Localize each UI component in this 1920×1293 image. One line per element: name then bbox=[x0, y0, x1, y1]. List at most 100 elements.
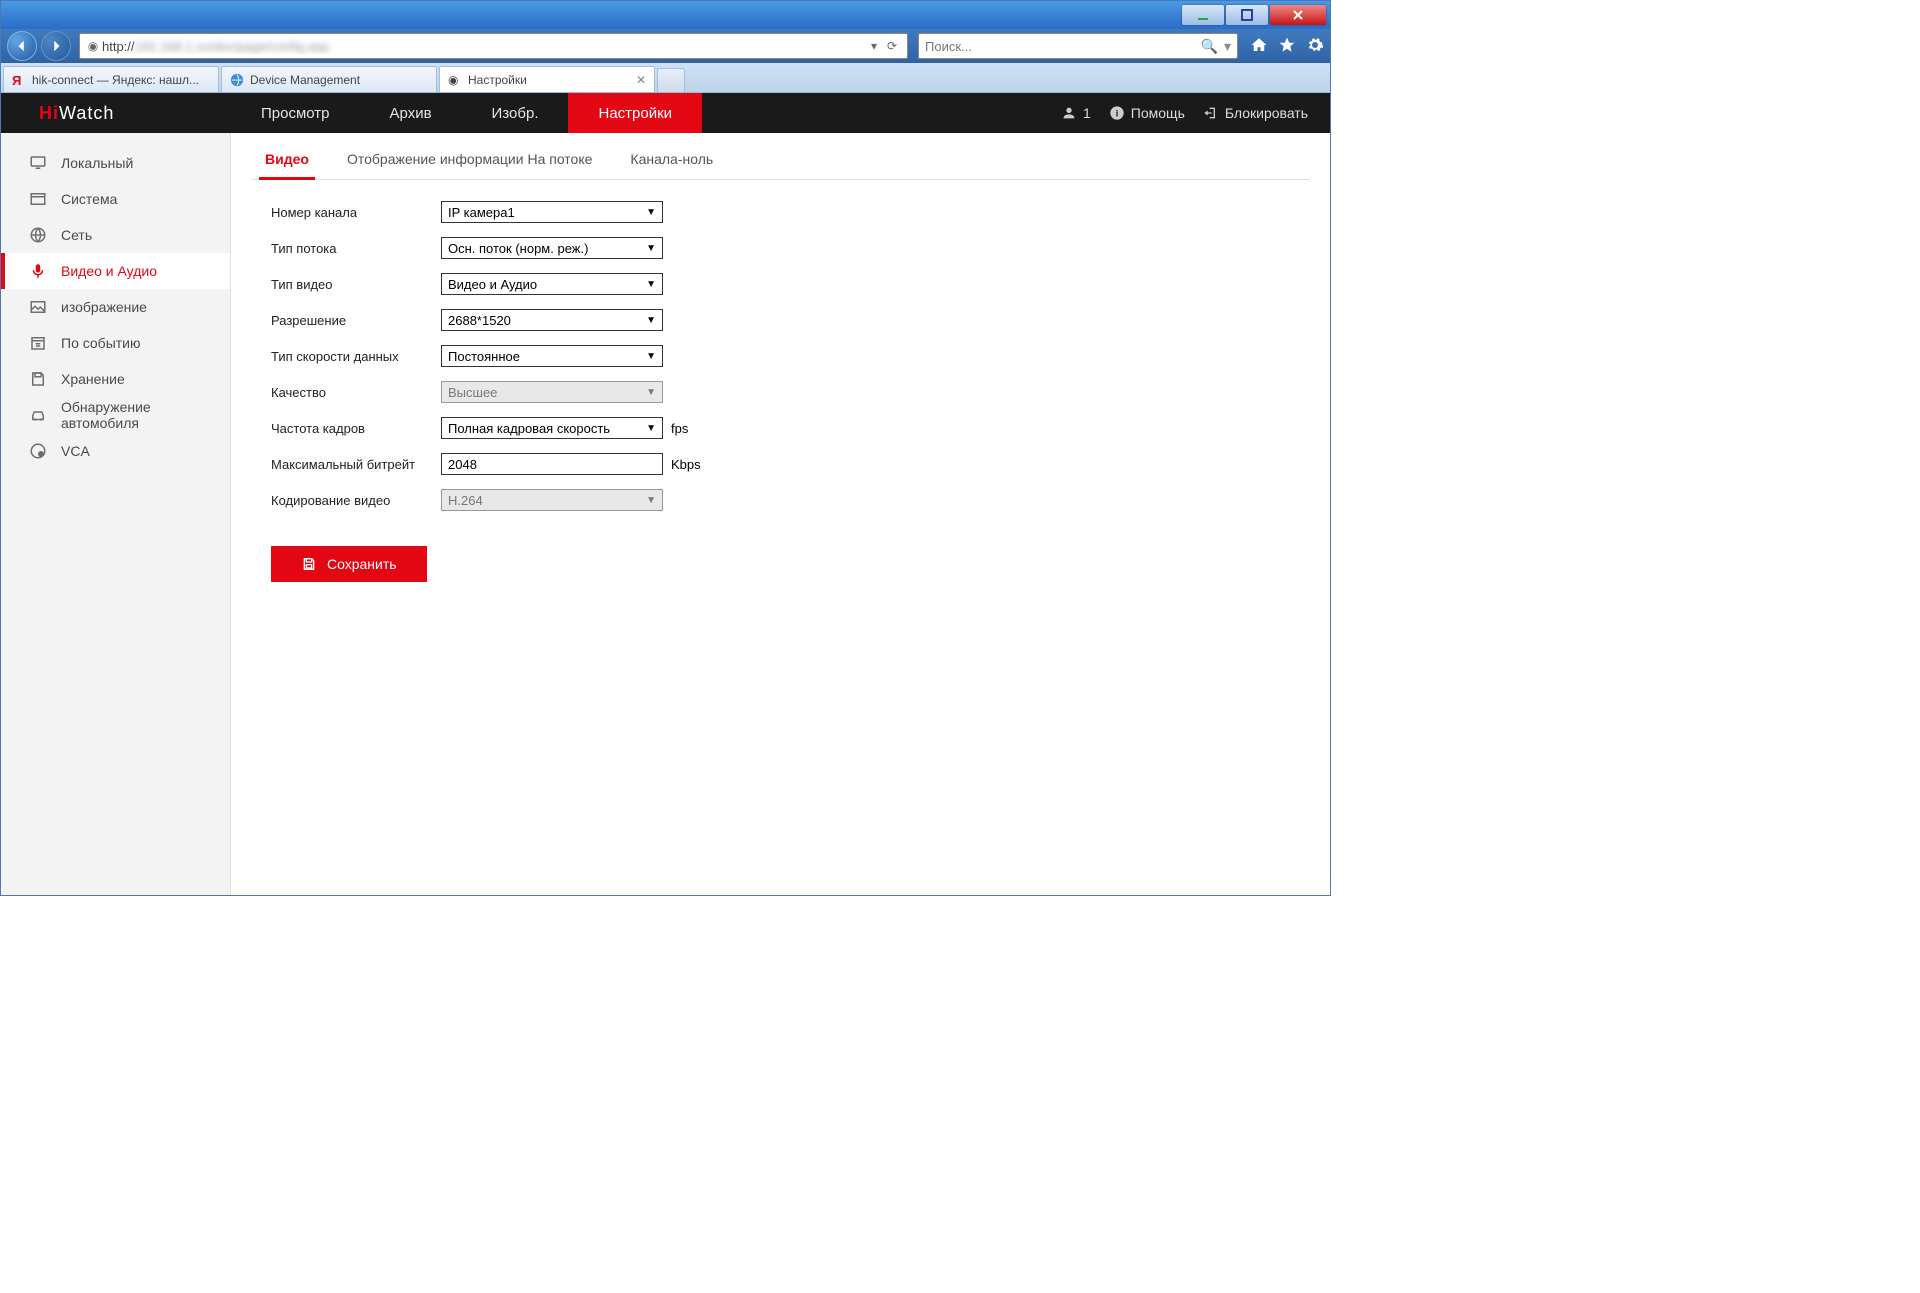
search-icon[interactable]: 🔍 bbox=[1201, 38, 1218, 55]
back-button[interactable] bbox=[7, 31, 37, 61]
sidebar-item-event[interactable]: По событию bbox=[1, 325, 230, 361]
nav-preview[interactable]: Просмотр bbox=[231, 93, 360, 133]
label-quality: Качество bbox=[271, 385, 441, 400]
subtab-zero-channel[interactable]: Канала-ноль bbox=[624, 141, 719, 179]
sidebar-item-label: VCA bbox=[61, 443, 90, 459]
chevron-down-icon: ▼ bbox=[646, 495, 656, 506]
nav-archive[interactable]: Архив bbox=[360, 93, 462, 133]
sidebar-item-system[interactable]: Система bbox=[1, 181, 230, 217]
monitor-icon bbox=[29, 154, 47, 172]
label-fps: Частота кадров bbox=[271, 421, 441, 436]
image-icon bbox=[29, 298, 47, 316]
browser-tab[interactable]: Device Management bbox=[221, 66, 437, 92]
url-text: http://192.168.1.xx/doc/page/config.asp bbox=[102, 39, 865, 54]
sidebar-item-vehicle[interactable]: Обнаружение автомобиля bbox=[1, 397, 230, 433]
lock-label: Блокировать bbox=[1225, 105, 1308, 121]
app-header: HiWatch Просмотр Архив Изобр. Настройки … bbox=[1, 93, 1330, 133]
help-label: Помощь bbox=[1131, 105, 1185, 121]
sidebar-item-label: Видео и Аудио bbox=[61, 263, 157, 279]
label-channel: Номер канала bbox=[271, 205, 441, 220]
sidebar-item-storage[interactable]: Хранение bbox=[1, 361, 230, 397]
subtab-osd[interactable]: Отображение информации На потоке bbox=[341, 141, 598, 179]
vca-icon bbox=[29, 442, 47, 460]
select-channel[interactable]: IP камера1▼ bbox=[441, 201, 663, 223]
help-link[interactable]: i Помощь bbox=[1109, 105, 1185, 121]
window-titlebar bbox=[1, 1, 1330, 29]
window-icon bbox=[29, 190, 47, 208]
select-value: IP камера1 bbox=[448, 205, 515, 220]
site-favicon-icon: ◉ bbox=[84, 39, 102, 53]
browser-tabs: Я hik-connect — Яндекс: нашл... Device M… bbox=[1, 63, 1330, 93]
forward-button[interactable] bbox=[41, 31, 71, 61]
car-icon bbox=[29, 406, 47, 424]
lock-link[interactable]: Блокировать bbox=[1203, 105, 1308, 121]
select-value: Полная кадровая скорость bbox=[448, 421, 610, 436]
browser-toolbar: ◉ http://192.168.1.xx/doc/page/config.as… bbox=[1, 29, 1330, 63]
select-resolution[interactable]: 2688*1520 ▼ bbox=[441, 309, 663, 331]
chevron-down-icon: ▼ bbox=[646, 243, 656, 254]
input-max-bitrate-wrapper bbox=[441, 453, 663, 475]
dot-favicon-icon: ◉ bbox=[448, 73, 462, 87]
input-max-bitrate[interactable] bbox=[448, 457, 656, 472]
user-indicator[interactable]: 1 bbox=[1061, 105, 1091, 121]
select-value: Постоянное bbox=[448, 349, 520, 364]
sidebar-item-label: По событию bbox=[61, 335, 141, 351]
video-settings-form: Номер каналаIP камера1▼ Тип потокаОсн. п… bbox=[271, 200, 1310, 512]
save-button-label: Сохранить bbox=[327, 556, 397, 572]
select-value: Осн. поток (норм. реж.) bbox=[448, 241, 588, 256]
address-bar[interactable]: ◉ http://192.168.1.xx/doc/page/config.as… bbox=[79, 33, 908, 59]
yandex-favicon-icon: Я bbox=[12, 73, 26, 87]
home-icon[interactable] bbox=[1250, 36, 1268, 57]
suffix-fps: fps bbox=[671, 421, 688, 436]
refresh-icon[interactable]: ⟳ bbox=[883, 39, 901, 53]
browser-tab[interactable]: Я hik-connect — Яндекс: нашл... bbox=[3, 66, 219, 92]
select-bitrate-type[interactable]: Постоянное▼ bbox=[441, 345, 663, 367]
tab-close-icon[interactable]: ✕ bbox=[636, 73, 646, 87]
select-value: Высшее bbox=[448, 385, 497, 400]
ie-favicon-icon bbox=[230, 73, 244, 87]
content-pane: Видео Отображение информации На потоке К… bbox=[231, 133, 1330, 895]
brand-logo: HiWatch bbox=[1, 103, 231, 124]
sidebar-item-vca[interactable]: VCA bbox=[1, 433, 230, 469]
search-dropdown-icon[interactable]: ▾ bbox=[1224, 38, 1231, 55]
sidebar-item-video-audio[interactable]: Видео и Аудио bbox=[1, 253, 230, 289]
label-bitrate-type: Тип скорости данных bbox=[271, 349, 441, 364]
select-fps[interactable]: Полная кадровая скорость ▼ bbox=[441, 417, 663, 439]
select-value: 2688*1520 bbox=[448, 313, 511, 328]
select-video-type[interactable]: Видео и Аудио▼ bbox=[441, 273, 663, 295]
sidebar-item-local[interactable]: Локальный bbox=[1, 145, 230, 181]
browser-tab[interactable]: ◉ Настройки ✕ bbox=[439, 66, 655, 92]
favorites-icon[interactable] bbox=[1278, 36, 1296, 57]
tab-label: hik-connect — Яндекс: нашл... bbox=[32, 73, 199, 87]
user-count: 1 bbox=[1083, 105, 1091, 121]
maximize-button[interactable] bbox=[1226, 5, 1268, 25]
chevron-down-icon: ▼ bbox=[646, 315, 656, 326]
sidebar-item-image[interactable]: изображение bbox=[1, 289, 230, 325]
tools-icon[interactable] bbox=[1306, 36, 1324, 57]
chevron-down-icon: ▼ bbox=[646, 423, 656, 434]
subtabs: Видео Отображение информации На потоке К… bbox=[251, 133, 1310, 180]
minimize-button[interactable] bbox=[1182, 5, 1224, 25]
new-tab-button[interactable] bbox=[657, 68, 685, 92]
globe-icon bbox=[29, 226, 47, 244]
sidebar-item-label: Система bbox=[61, 191, 117, 207]
subtab-video[interactable]: Видео bbox=[259, 141, 315, 180]
close-button[interactable] bbox=[1270, 5, 1326, 25]
suffix-kbps: Kbps bbox=[671, 457, 701, 472]
search-bar[interactable]: 🔍 ▾ bbox=[918, 33, 1238, 59]
select-stream-type[interactable]: Осн. поток (норм. реж.) ▼ bbox=[441, 237, 663, 259]
label-resolution: Разрешение bbox=[271, 313, 441, 328]
save-button[interactable]: Сохранить bbox=[271, 546, 427, 582]
sidebar-item-label: Обнаружение автомобиля bbox=[61, 399, 230, 431]
nav-image[interactable]: Изобр. bbox=[462, 93, 569, 133]
mic-icon bbox=[29, 262, 47, 280]
select-quality: Высшее ▼ bbox=[441, 381, 663, 403]
chevron-down-icon: ▼ bbox=[646, 279, 656, 290]
chevron-down-icon: ▼ bbox=[646, 387, 656, 398]
user-icon bbox=[1061, 105, 1077, 121]
sidebar-item-network[interactable]: Сеть bbox=[1, 217, 230, 253]
sidebar-item-label: Локальный bbox=[61, 155, 133, 171]
search-input[interactable] bbox=[925, 39, 1201, 54]
nav-settings[interactable]: Настройки bbox=[568, 93, 702, 133]
dropdown-icon[interactable]: ▾ bbox=[865, 39, 883, 53]
